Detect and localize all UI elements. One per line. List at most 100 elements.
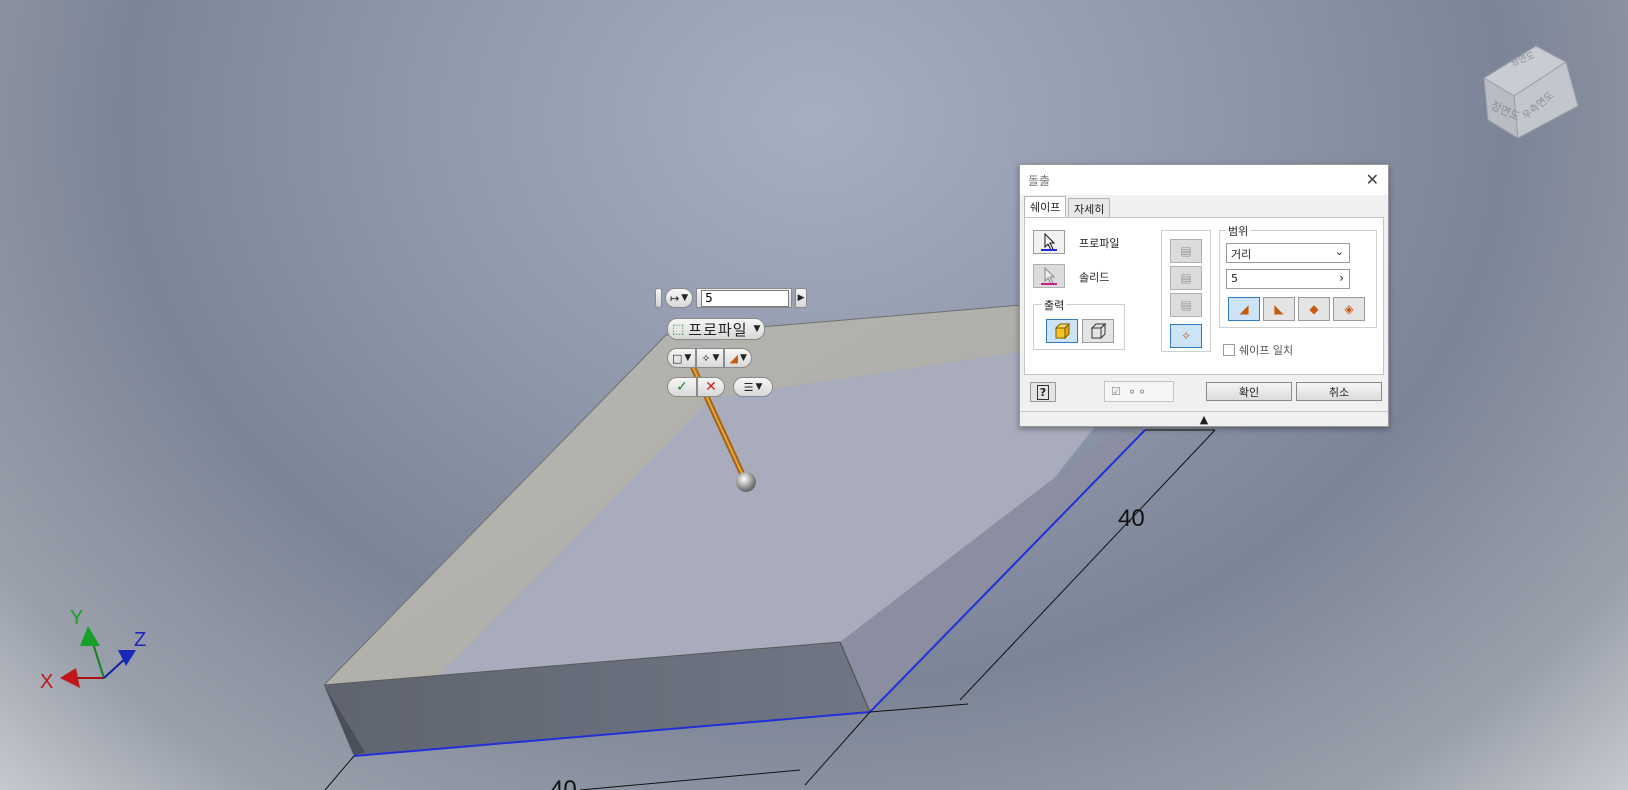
distance-value: 5	[1231, 272, 1238, 285]
cancel-button[interactable]: 취소	[1296, 382, 1382, 401]
list-icon: ☰	[743, 380, 754, 394]
distance-field[interactable]: 5 ›	[1226, 269, 1350, 289]
help-button[interactable]: ?	[1030, 382, 1056, 402]
output-surface-button[interactable]	[1082, 319, 1114, 343]
ok-button[interactable]: 확인	[1206, 382, 1292, 401]
extrude-dialog: 돌출 ✕ 쉐이프 자세히 프로파일 솔리드 출력 ▤ ▤ ▤ ✧ 범위 거리 ⌄…	[1019, 164, 1389, 427]
distance-input-frame	[696, 288, 793, 308]
extents-group: 범위 거리 ⌄ 5 › ◢ ◣ ◆ ◈	[1219, 223, 1377, 328]
mini-toolbar-profile: ⬚ 프로파일 ▼	[667, 318, 766, 340]
direction-flipped-icon: ◣	[1274, 302, 1284, 316]
mini-toolbar-confirm: ✓ ✕ ☰ ▼	[667, 377, 773, 397]
output-group: 출력	[1033, 297, 1125, 350]
new-solid-icon: ✧	[701, 351, 711, 365]
new-solid-op-button[interactable]: ✧	[1170, 324, 1202, 348]
chevron-down-icon: ▼	[753, 324, 761, 334]
mini-toolbar-operations: □ ▼ ✧ ▼ ◢ ▼	[667, 348, 752, 368]
surface-cube-icon	[1090, 323, 1107, 339]
solid-label: 솔리드	[1079, 271, 1110, 284]
profile-select-button[interactable]: ⬚ 프로파일 ▼	[667, 318, 766, 340]
graphics-viewport[interactable]: 40 40 X Y Z 평면도 정면도 우측면도 ↦ ▼ 5 ▶ ⬚ 프로파일 …	[0, 0, 1628, 790]
direction-flipped-button[interactable]: ◣	[1263, 297, 1295, 321]
chevron-down-icon: ▼	[712, 353, 720, 363]
direction-symmetric-icon: ◆	[1309, 302, 1319, 316]
y-axis-cone	[80, 626, 100, 646]
solid-cube-icon	[1054, 323, 1071, 339]
tab-shape[interactable]: 쉐이프	[1024, 196, 1067, 217]
direction-asymmetric-button[interactable]: ◈	[1333, 297, 1365, 321]
dimension-ext-front-left	[324, 755, 355, 790]
dimension-line-front	[579, 769, 801, 790]
triangle-up-icon: ▲	[1199, 413, 1209, 426]
chevron-down-icon: ▼	[755, 382, 763, 392]
help-icon: ?	[1036, 384, 1050, 400]
join-button[interactable]: ▤	[1170, 239, 1202, 263]
expand-button[interactable]: ▶	[795, 288, 808, 308]
chevron-down-icon: ▼	[684, 353, 692, 363]
mini-toolbar-distance: ↦▼ ▶	[655, 288, 808, 308]
output-type-button[interactable]: □ ▼	[667, 348, 697, 368]
output-solid-button[interactable]	[1046, 319, 1078, 343]
intersect-icon: ▤	[1180, 298, 1192, 312]
checkmark-icon: ✓	[676, 379, 688, 395]
direction-default-icon: ◢	[1239, 302, 1249, 316]
output-label: 출력	[1042, 297, 1067, 313]
chevron-down-icon: ▼	[739, 353, 747, 363]
mini-toolbar-grip[interactable]	[655, 288, 662, 308]
dimension-ext-right	[869, 703, 969, 713]
direction-default-button[interactable]: ◢	[1228, 297, 1260, 321]
direction-asymmetric-icon: ◈	[1344, 302, 1354, 316]
direction-symmetric-button[interactable]: ◆	[1298, 297, 1330, 321]
extrude-manipulator-handle[interactable]	[736, 472, 756, 492]
chevron-down-icon: ⌄	[1334, 245, 1344, 258]
preview-toggle[interactable]: ☑ ⚬⚬	[1104, 381, 1174, 402]
direction-button[interactable]: ◢ ▼	[724, 348, 752, 368]
z-axis-label: Z	[134, 629, 146, 651]
operation-group: ▤ ▤ ▤ ✧	[1161, 230, 1211, 352]
dialog-titlebar[interactable]: 돌출 ✕	[1020, 165, 1388, 195]
dimension-right-value[interactable]: 40	[1118, 505, 1145, 532]
mini-profile-label: 프로파일	[688, 320, 748, 339]
extent-type-select[interactable]: 거리 ⌄	[1226, 243, 1350, 263]
direction-icon: ◢	[729, 351, 738, 365]
chevron-down-icon: ▼	[681, 293, 689, 303]
mini-distance-input[interactable]	[701, 289, 790, 307]
cursor-arrow-icon	[1041, 267, 1057, 285]
close-icon: ✕	[705, 379, 717, 395]
triangle-right-icon: ▶	[797, 293, 805, 303]
x-axis-cone	[60, 668, 80, 688]
solid-selector-button[interactable]	[1033, 264, 1065, 288]
y-axis-label: Y	[70, 607, 83, 629]
checkbox-check-icon: ☑	[1111, 385, 1121, 398]
new-solid-icon: ✧	[1180, 329, 1192, 343]
tab-content: 프로파일 솔리드 출력 ▤ ▤ ▤ ✧ 범위 거리 ⌄ 5 › ◢ ◣ ◆ ◈ …	[1024, 217, 1384, 375]
close-icon[interactable]: ✕	[1366, 170, 1379, 189]
dimension-front-value[interactable]: 40	[550, 776, 577, 790]
cursor-arrow-icon	[1041, 233, 1057, 251]
profile-select-icon: ⬚	[672, 321, 685, 337]
new-solid-button[interactable]: ✧ ▼	[696, 348, 725, 368]
mini-cancel-button[interactable]: ✕	[697, 377, 725, 397]
options-menu-button[interactable]: ☰ ▼	[733, 377, 773, 397]
dialog-collapse-bar[interactable]: ▲	[1020, 411, 1388, 427]
x-axis-label: X	[40, 671, 53, 693]
solid-box-icon: □	[672, 351, 683, 365]
profile-label: 프로파일	[1079, 237, 1120, 250]
view-cube[interactable]: 평면도 정면도 우측면도	[1478, 38, 1588, 143]
match-shape-checkbox[interactable]	[1223, 344, 1235, 356]
chevron-right-icon: ›	[1339, 271, 1344, 285]
profile-selector-button[interactable]	[1033, 230, 1065, 254]
tab-more[interactable]: 자세히	[1068, 198, 1111, 217]
glasses-icon: ⚬⚬	[1126, 384, 1147, 399]
cut-icon: ▤	[1180, 271, 1192, 285]
dialog-title: 돌출	[1028, 174, 1051, 188]
mini-ok-button[interactable]: ✓	[667, 377, 697, 397]
distance-arrows-icon: ↦	[670, 291, 680, 305]
cut-button[interactable]: ▤	[1170, 266, 1202, 290]
extents-label: 범위	[1226, 223, 1251, 239]
join-icon: ▤	[1180, 244, 1192, 258]
intersect-button[interactable]: ▤	[1170, 293, 1202, 317]
dimension-ext-front-right	[804, 711, 871, 786]
match-shape-label: 쉐이프 일치	[1239, 344, 1294, 357]
distance-mode-button[interactable]: ↦ ▼	[665, 288, 694, 308]
